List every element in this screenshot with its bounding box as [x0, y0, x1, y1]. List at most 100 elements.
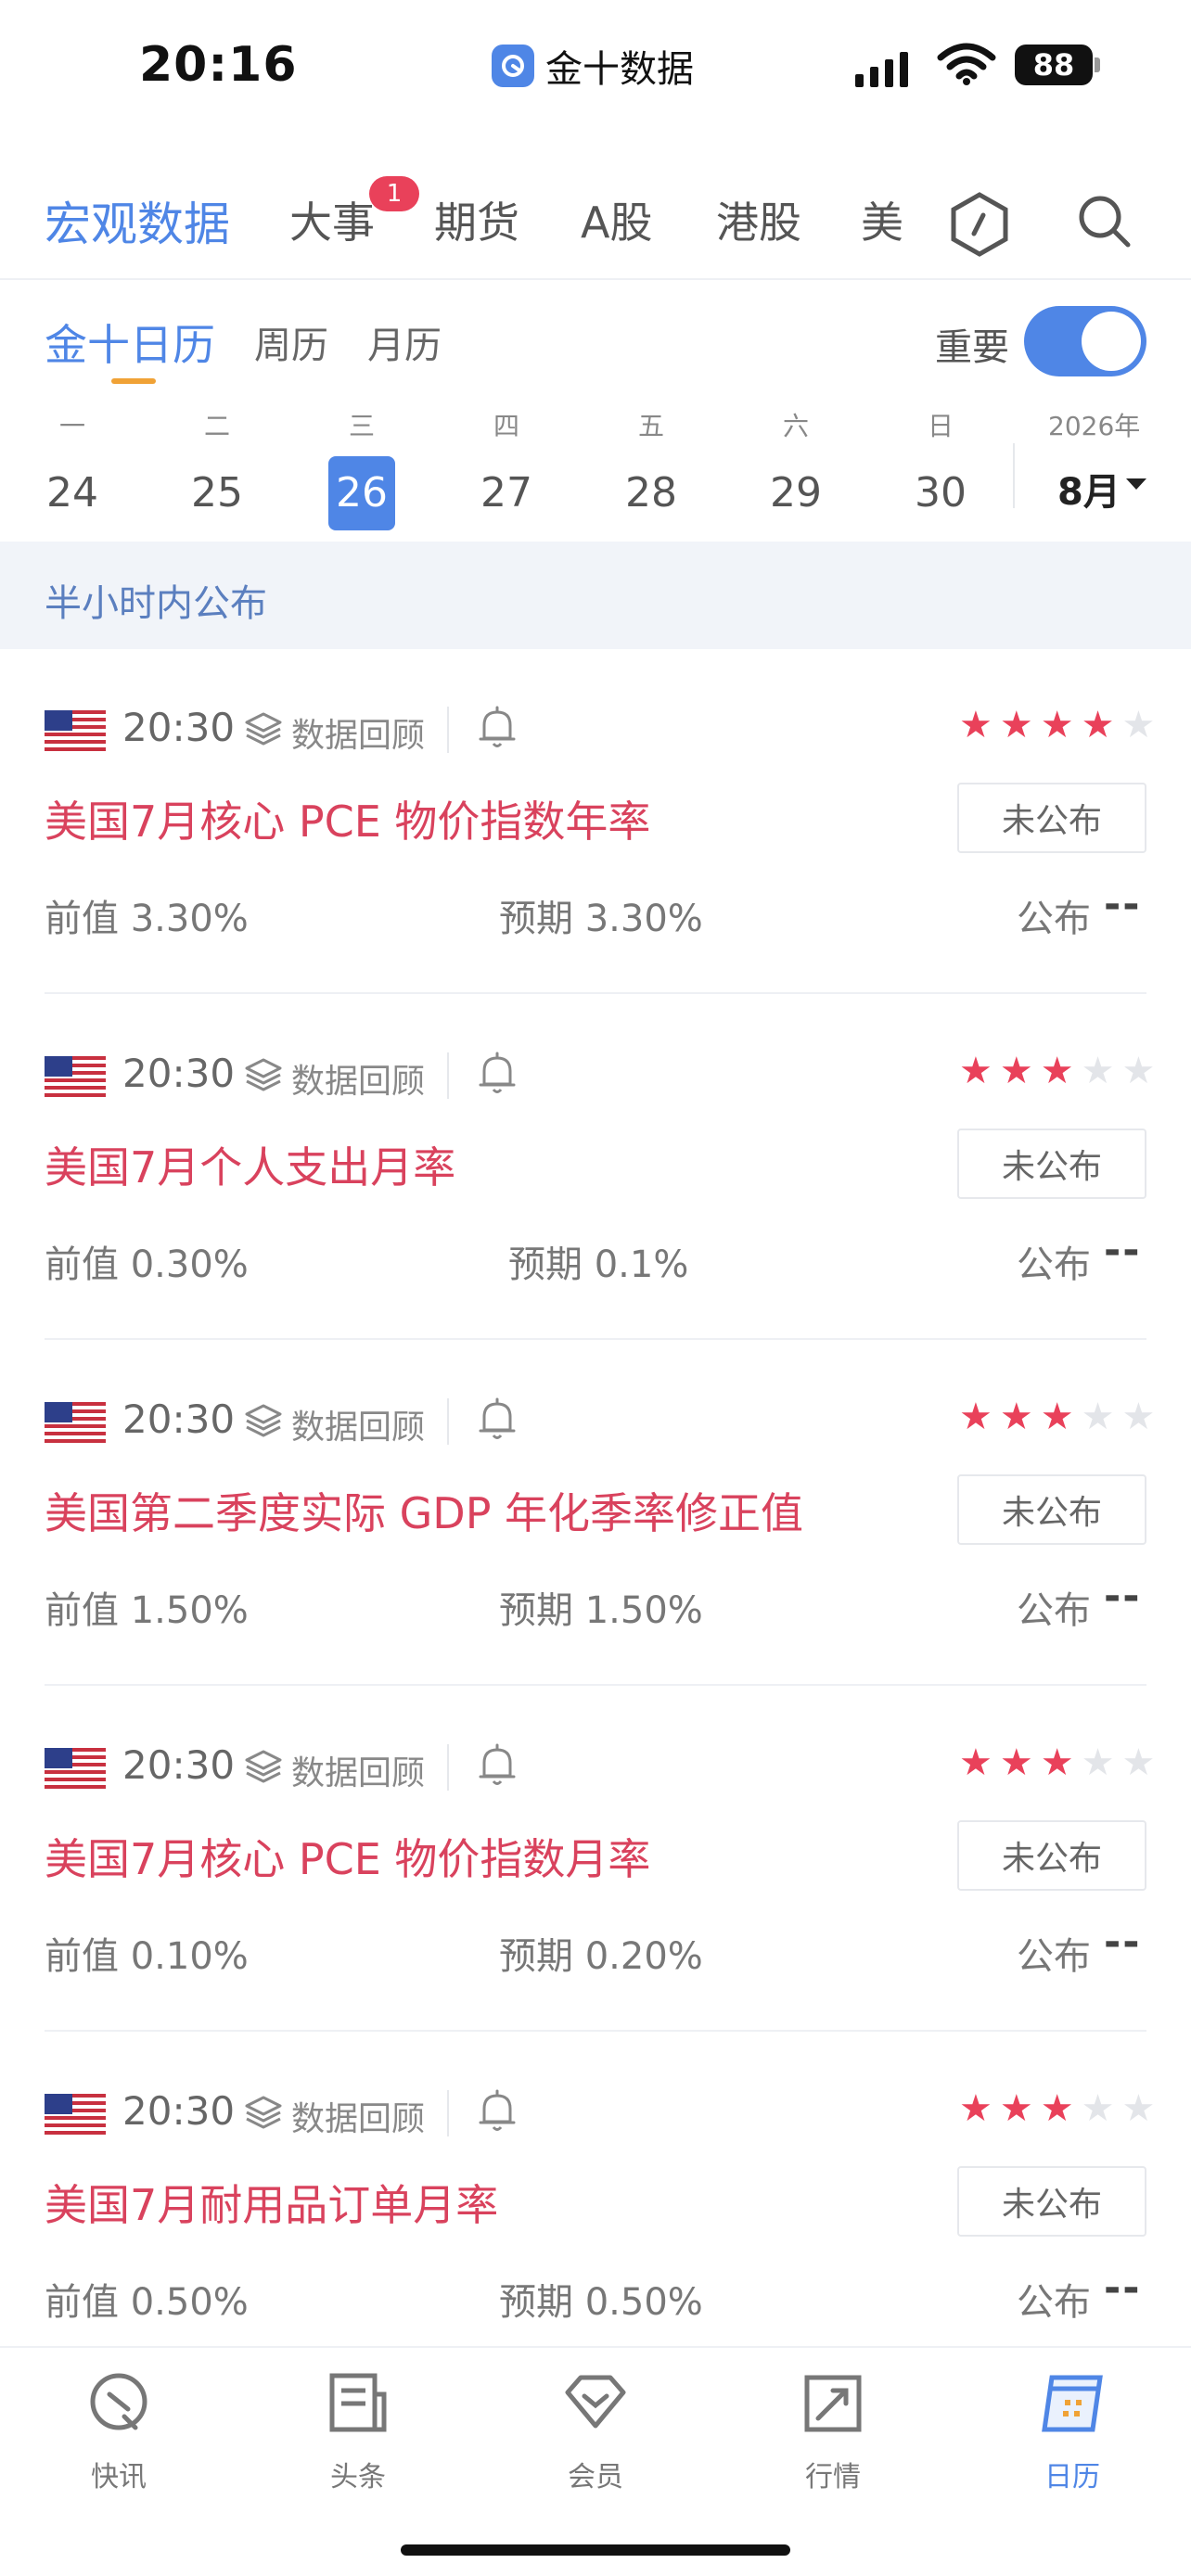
section-title: 半小时内公布: [45, 582, 267, 625]
calendar-day[interactable]: 29: [759, 456, 833, 530]
weekday-label: 日: [927, 411, 954, 441]
subtab-jin10-calendar[interactable]: 金十日历: [45, 312, 215, 373]
nav-label: 快讯: [91, 2461, 147, 2493]
event-card[interactable]: 20:30 数据回顾 ★ ★ ★ ★ ★ 美国7月核心 PCE 物价指数年率 未公布 前值 3.3…: [0, 649, 1191, 994]
data-review-link[interactable]: 数据回顾: [291, 1400, 425, 1448]
importance-star-icon: ★: [1040, 2087, 1074, 2130]
caret-down-icon[interactable]: [1126, 478, 1146, 490]
actual-label: 公布: [1017, 1935, 1091, 1978]
calendar-day[interactable]: 28: [614, 456, 688, 530]
month-picker[interactable]: 8月: [1057, 462, 1121, 516]
subtab-weekly-calendar[interactable]: 周历: [254, 315, 328, 369]
release-status-button[interactable]: 未公布: [957, 1474, 1146, 1545]
importance-star-icon: ★: [999, 1396, 1033, 1438]
calendar-day-selected[interactable]: 26: [328, 456, 395, 530]
week-month-separator: [1013, 443, 1015, 508]
data-review-link[interactable]: 数据回顾: [291, 1054, 425, 1103]
importance-stars: ★ ★ ★ ★ ★: [959, 1398, 1155, 1435]
nav-flash-news[interactable]: 快讯: [45, 2366, 193, 2494]
tab-futures[interactable]: 期货: [434, 189, 519, 250]
forecast-label: 预期: [508, 1243, 583, 1286]
data-review-link[interactable]: 数据回顾: [291, 2092, 425, 2140]
bell-icon[interactable]: [477, 1396, 518, 1443]
layers-icon: [245, 1058, 282, 1091]
importance-star-icon: ★: [1121, 704, 1156, 746]
weekday-label: 六: [782, 411, 809, 441]
nav-market[interactable]: 行情: [759, 2366, 907, 2494]
release-status-button[interactable]: 未公布: [957, 1820, 1146, 1891]
top-tab-bar: 宏观数据 大事 1 期货 A股 港股 美: [0, 176, 1191, 278]
forecast-value: 预期 1.50%: [499, 1580, 703, 1634]
event-time: 20:30: [122, 1051, 236, 1096]
search-icon[interactable]: [1074, 191, 1133, 250]
divider: [447, 1744, 449, 1791]
previous-label: 前值: [45, 1935, 119, 1978]
previous-value: 前值 0.50%: [45, 2272, 249, 2326]
previous-value: 前值 1.50%: [45, 1580, 249, 1634]
tab-big-events[interactable]: 大事: [289, 189, 375, 250]
important-toggle[interactable]: [1024, 306, 1146, 376]
event-time: 20:30: [122, 2088, 236, 2134]
top-tabs-divider: [0, 278, 1191, 280]
release-status-button[interactable]: 未公布: [957, 783, 1146, 853]
release-status-button[interactable]: 未公布: [957, 2166, 1146, 2237]
data-review-link[interactable]: 数据回顾: [291, 708, 425, 757]
tab-hk-stocks[interactable]: 港股: [716, 189, 801, 250]
tab-a-shares[interactable]: A股: [581, 189, 652, 250]
calendar-day[interactable]: 30: [903, 456, 978, 530]
calendar-icon: [1042, 2375, 1103, 2432]
event-title[interactable]: 美国7月耐用品订单月率: [45, 2172, 498, 2233]
divider: [447, 707, 449, 753]
event-card[interactable]: 20:30 数据回顾 ★ ★ ★ ★ ★ 美国第二季度实际 GDP 年化季率修正值 未公布 前值 …: [0, 1341, 1191, 1686]
subtab-monthly-calendar[interactable]: 月历: [367, 315, 442, 369]
previous-number: 0.10%: [130, 1935, 249, 1978]
status-app-indicator: 金十数据: [492, 39, 694, 93]
event-title[interactable]: 美国7月核心 PCE 物价指数月率: [45, 1826, 650, 1887]
nav-label: 会员: [568, 2461, 623, 2493]
data-review-link[interactable]: 数据回顾: [291, 1746, 425, 1794]
newspaper-icon: [329, 2373, 387, 2432]
card-divider: [45, 1684, 1146, 1686]
weekday-label: 四: [493, 411, 519, 441]
release-status-button[interactable]: 未公布: [957, 1129, 1146, 1199]
hexagon-icon[interactable]: [950, 191, 1009, 258]
forecast-label: 预期: [499, 898, 573, 940]
calendar-day[interactable]: 27: [469, 456, 544, 530]
weekday-label: 三: [348, 411, 375, 441]
card-divider: [45, 992, 1146, 994]
forecast-number: 0.20%: [584, 1935, 703, 1978]
previous-label: 前值: [45, 2281, 119, 2324]
importance-star-icon: ★: [1121, 2087, 1156, 2130]
status-time: 20:16: [139, 37, 298, 93]
tab-macro-data[interactable]: 宏观数据: [45, 187, 230, 254]
previous-value: 前值 0.10%: [45, 1926, 249, 1980]
bell-icon[interactable]: [477, 2088, 518, 2135]
actual-value: --: [1104, 1227, 1142, 1274]
importance-stars: ★ ★ ★ ★ ★: [959, 2090, 1155, 2127]
event-title[interactable]: 美国第二季度实际 GDP 年化季率修正值: [45, 1480, 803, 1541]
bell-icon[interactable]: [477, 1742, 518, 1789]
card-divider: [45, 2030, 1146, 2032]
event-card[interactable]: 20:30 数据回顾 ★ ★ ★ ★ ★ 美国7月耐用品订单月率 未公布 前值 0.50% 预期 0…: [0, 2033, 1191, 2378]
bell-icon[interactable]: [477, 705, 518, 751]
bell-icon[interactable]: [477, 1051, 518, 1097]
actual-value: --: [1104, 881, 1142, 928]
divider: [447, 2090, 449, 2136]
previous-label: 前值: [45, 1589, 119, 1632]
nav-headlines[interactable]: 头条: [284, 2366, 432, 2494]
forecast-number: 0.1%: [594, 1243, 689, 1286]
event-title[interactable]: 美国7月个人支出月率: [45, 1134, 455, 1195]
nav-membership[interactable]: 会员: [521, 2366, 670, 2494]
event-card[interactable]: 20:30 数据回顾 ★ ★ ★ ★ ★ 美国7月个人支出月率 未公布 前值 0.30% 预期 0.…: [0, 995, 1191, 1340]
event-card[interactable]: 20:30 数据回顾 ★ ★ ★ ★ ★ 美国7月核心 PCE 物价指数月率 未公布 前值 0.1…: [0, 1687, 1191, 2032]
actual-value: --: [1104, 2264, 1142, 2312]
event-title[interactable]: 美国7月核心 PCE 物价指数年率: [45, 788, 650, 849]
importance-star-icon: ★: [1040, 1050, 1074, 1092]
importance-star-icon: ★: [1081, 1741, 1115, 1784]
year-label: 2026年: [1048, 411, 1141, 441]
calendar-day[interactable]: 25: [180, 456, 254, 530]
nav-calendar[interactable]: 日历: [998, 2366, 1146, 2494]
calendar-day[interactable]: 24: [35, 456, 109, 530]
importance-star-icon: ★: [1040, 1741, 1074, 1784]
tab-us-stocks[interactable]: 美: [861, 189, 903, 250]
